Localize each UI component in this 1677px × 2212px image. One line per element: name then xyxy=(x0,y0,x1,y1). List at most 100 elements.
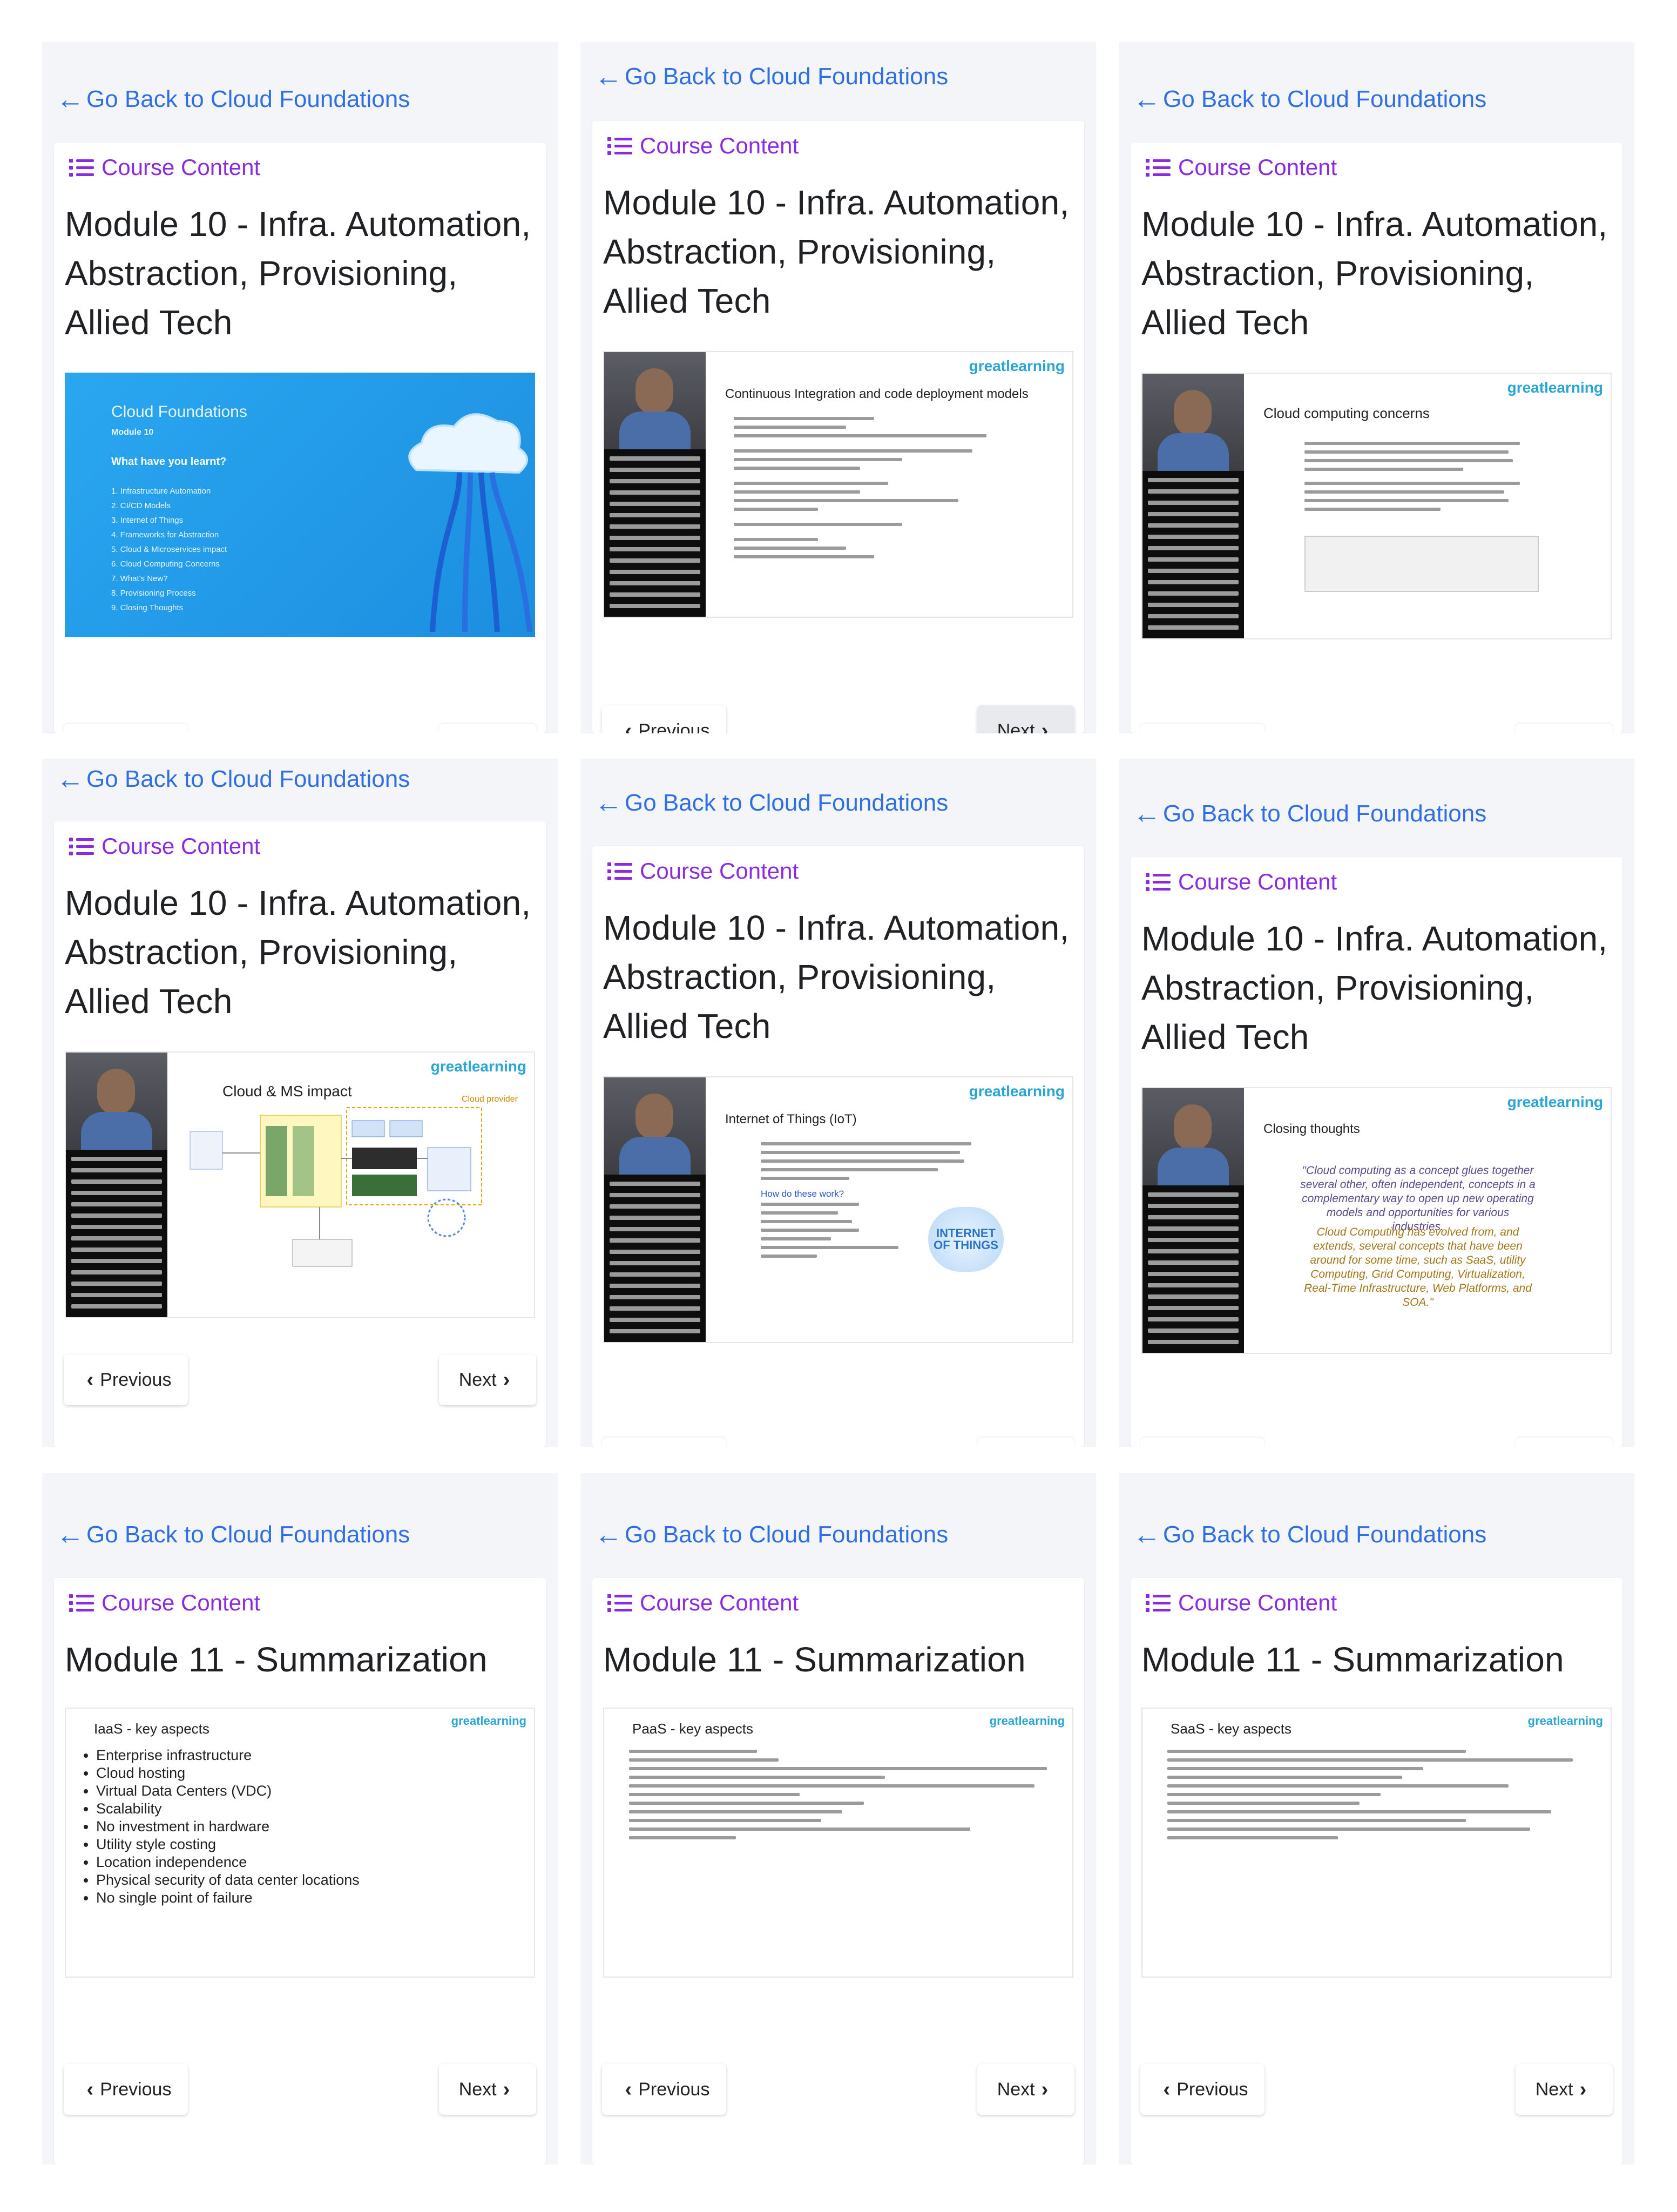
back-link[interactable]: ← Go Back to Cloud Foundations xyxy=(594,63,948,91)
chevron-left-icon: ‹ xyxy=(86,1368,94,1391)
video-slide[interactable]: greatlearning PaaS - key aspects xyxy=(603,1708,1073,1978)
slide-body xyxy=(761,1137,982,1180)
next-button[interactable]: Next › xyxy=(977,705,1074,733)
course-content-link[interactable]: Course Content xyxy=(1146,1590,1337,1616)
slide-title: SaaS - key aspects xyxy=(1171,1721,1291,1737)
course-content-link[interactable]: Course Content xyxy=(69,1590,260,1616)
slide-title: PaaS - key aspects xyxy=(632,1721,753,1737)
previous-button[interactable]: ‹ Previous xyxy=(64,1354,188,1405)
back-link[interactable]: ← Go Back to Cloud Foundations xyxy=(56,1521,410,1549)
slide-module: Module 10 xyxy=(111,428,154,437)
back-link[interactable]: ← Go Back to Cloud Foundations xyxy=(1133,1521,1486,1549)
slide-sidebar xyxy=(1142,471,1244,638)
slide-items: 1. Infrastructure Automation 2. CI/CD Mod… xyxy=(111,487,227,612)
back-link[interactable]: ← Go Back to Cloud Foundations xyxy=(1133,85,1486,113)
course-content-link[interactable]: Course Content xyxy=(607,858,799,884)
course-content-link[interactable]: Course Content xyxy=(69,833,260,859)
provider-label: Cloud provider xyxy=(461,1095,518,1104)
video-slide[interactable]: greatlearning Continuous Integration and… xyxy=(603,351,1073,618)
content-card: Course Content Module 10 - Infra. Automa… xyxy=(1131,143,1622,733)
previous-button[interactable] xyxy=(602,1438,726,1447)
page-title: Module 10 - Infra. Automation, Abstracti… xyxy=(603,908,1070,1046)
back-link[interactable]: ← Go Back to Cloud Foundations xyxy=(594,789,948,817)
previous-button[interactable] xyxy=(1140,1438,1264,1447)
back-link[interactable]: ← Go Back to Cloud Foundations xyxy=(56,765,410,793)
video-slide[interactable]: greatlearning SaaS - key aspects xyxy=(1141,1708,1612,1978)
video-slide[interactable]: greatlearning Internet of Things (IoT) H… xyxy=(603,1076,1073,1343)
slide-bullets: Enterprise infrastructureCloud hostingVi… xyxy=(84,1746,360,1907)
slide-title: Cloud & MS impact xyxy=(222,1083,352,1100)
slide-title: Continuous Integration and code deployme… xyxy=(725,387,1029,401)
architecture-diagram xyxy=(190,1107,482,1267)
next-button[interactable]: Next › xyxy=(439,2064,536,2115)
next-button[interactable]: Next › xyxy=(439,1354,536,1405)
slide-title: Closing thoughts xyxy=(1263,1122,1360,1136)
video-slide[interactable]: greatlearning Cloud computing concerns xyxy=(1141,373,1612,639)
chevron-left-icon: ‹ xyxy=(625,2078,632,2101)
brand-logo: greatlearning xyxy=(969,1083,1065,1100)
panel-6: ← Go Back to Cloud Foundations Course Con… xyxy=(1119,759,1634,1447)
slide-question: What have you learnt? xyxy=(111,456,227,468)
presenter-video xyxy=(1142,1088,1244,1191)
content-card: Course Content Module 10 - Infra. Automa… xyxy=(54,821,546,1447)
next-button[interactable] xyxy=(1516,724,1613,733)
arrow-left-icon: ← xyxy=(1133,798,1161,830)
slide-bullets xyxy=(1167,1744,1594,1839)
previous-button[interactable]: ‹ Previous xyxy=(602,705,726,733)
chevron-left-icon: ‹ xyxy=(1163,2078,1171,2101)
page-title: Module 10 - Infra. Automation, Abstracti… xyxy=(65,884,531,1021)
chevron-right-icon: › xyxy=(503,2078,510,2101)
brand-logo: greatlearning xyxy=(989,1714,1065,1728)
previous-button[interactable] xyxy=(64,724,188,733)
previous-button[interactable]: ‹ Previous xyxy=(1140,2064,1264,2115)
panel-3: ← Go Back to Cloud Foundations Course Con… xyxy=(1119,42,1634,733)
page-title: Module 11 - Summarization xyxy=(65,1640,488,1679)
next-button[interactable] xyxy=(439,724,536,733)
slide-sidebar xyxy=(604,449,706,617)
brand-logo: greatlearning xyxy=(1527,1714,1603,1728)
previous-button[interactable]: ‹ Previous xyxy=(64,2064,188,2115)
list-icon xyxy=(1146,158,1171,177)
video-slide[interactable]: greatlearning Closing thoughts "Cloud co… xyxy=(1141,1087,1612,1354)
video-slide[interactable]: Cloud Foundations Module 10 What have yo… xyxy=(65,373,535,637)
next-button[interactable] xyxy=(1516,1438,1613,1447)
page-title: Module 10 - Infra. Automation, Abstracti… xyxy=(65,205,531,342)
brand-logo: greatlearning xyxy=(430,1058,526,1075)
panel-9: ← Go Back to Cloud Foundations Course Con… xyxy=(1119,1473,1634,2164)
next-button[interactable] xyxy=(977,1438,1074,1447)
content-card: Course Content Module 10 - Infra. Automa… xyxy=(1131,857,1622,1447)
arrow-left-icon: ← xyxy=(56,84,84,115)
chevron-left-icon: ‹ xyxy=(86,2078,94,2101)
presenter-video xyxy=(66,1053,167,1155)
back-link[interactable]: ← Go Back to Cloud Foundations xyxy=(56,85,410,113)
video-slide[interactable]: greatlearning Cloud & MS impact Cloud pr… xyxy=(65,1051,535,1318)
chevron-right-icon: › xyxy=(1041,2078,1049,2101)
previous-button[interactable]: ‹ Previous xyxy=(602,2064,726,2115)
course-content-link[interactable]: Course Content xyxy=(607,133,799,159)
panel-4: ← Go Back to Cloud Foundations Course Con… xyxy=(42,759,558,1447)
cloud-icon xyxy=(408,413,532,632)
brand-logo: greatlearning xyxy=(451,1714,526,1728)
course-content-link[interactable]: Course Content xyxy=(69,154,260,180)
arrow-left-icon: ← xyxy=(594,61,623,92)
next-button[interactable]: Next › xyxy=(977,2064,1074,2115)
video-slide[interactable]: greatlearning IaaS - key aspects Enterpr… xyxy=(65,1708,535,1978)
content-card: Course Content Module 10 - Infra. Automa… xyxy=(592,121,1084,733)
content-card: Course Content Module 10 - Infra. Automa… xyxy=(592,846,1084,1447)
back-link[interactable]: ← Go Back to Cloud Foundations xyxy=(1133,800,1486,828)
brand-logo: greatlearning xyxy=(1507,1094,1603,1110)
page-title: Module 11 - Summarization xyxy=(1141,1640,1564,1679)
list-icon xyxy=(607,136,632,156)
page-title: Module 10 - Infra. Automation, Abstracti… xyxy=(1141,919,1608,1056)
course-content-link[interactable]: Course Content xyxy=(1146,154,1337,180)
panel-7: ← Go Back to Cloud Foundations Course Con… xyxy=(42,1473,558,2164)
back-link[interactable]: ← Go Back to Cloud Foundations xyxy=(594,1521,948,1549)
previous-button[interactable] xyxy=(1140,724,1264,733)
course-content-link[interactable]: Course Content xyxy=(1146,869,1337,895)
next-button[interactable]: Next › xyxy=(1516,2064,1613,2115)
page-title: Module 11 - Summarization xyxy=(603,1640,1026,1679)
arrow-left-icon: ← xyxy=(1133,1519,1161,1550)
iot-badge: INTERNET OF THINGS xyxy=(928,1207,1004,1272)
course-content-link[interactable]: Course Content xyxy=(607,1590,799,1616)
screenshot-grid: ← Go Back to Cloud Foundations Course Con… xyxy=(0,0,1677,2212)
